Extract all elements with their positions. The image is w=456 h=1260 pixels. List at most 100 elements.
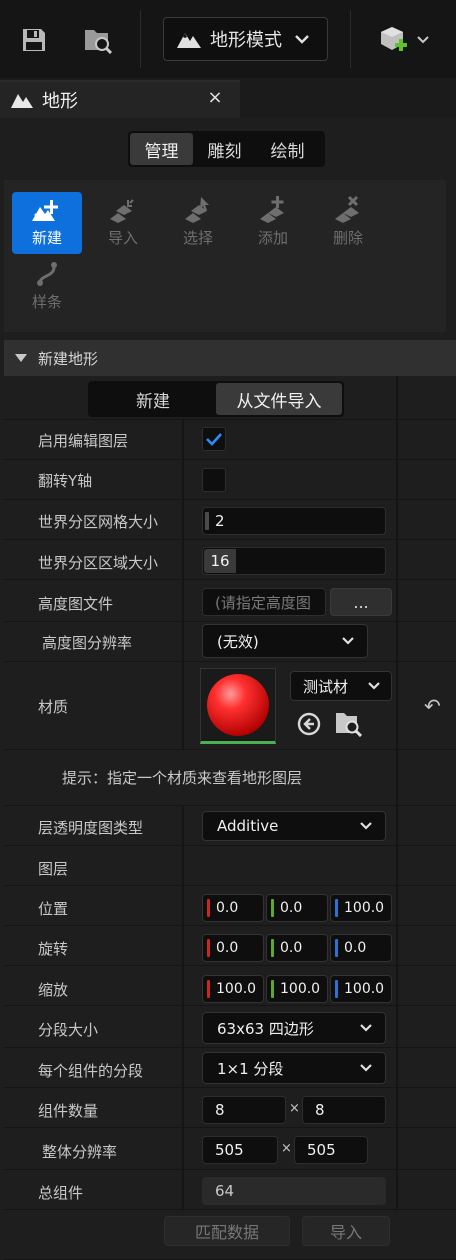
total-components-label: 总组件 (38, 1184, 84, 1202)
import-button[interactable]: 导入 (302, 1216, 390, 1246)
scale-y-field[interactable]: 100.0 (266, 975, 328, 1003)
tab-manage[interactable]: 管理 (130, 133, 193, 165)
material-thumbnail[interactable] (200, 668, 276, 744)
landscape-icon (177, 33, 201, 48)
component-count-y-field[interactable]: 8 (302, 1096, 386, 1124)
hint-text: 提示：指定一个材质来查看地形图层 (62, 769, 303, 787)
reset-to-default-icon[interactable]: ↶ (424, 694, 441, 718)
browse-folder-icon (336, 713, 363, 738)
heightmap-res-dropdown[interactable]: (无效) (202, 624, 368, 658)
location-z-field[interactable]: 100.0 (330, 894, 392, 922)
times-sign: × (289, 1101, 300, 1116)
mode-tabs: 管理 雕刻 绘制 (128, 131, 325, 167)
dropdown-value: 测试材 (303, 677, 349, 696)
browse-folder-icon (85, 30, 113, 54)
mode-selector-button[interactable]: 地形模式 (163, 17, 328, 61)
location-label: 位置 (38, 900, 69, 918)
tool-import-button[interactable]: 导入 (88, 192, 158, 254)
overall-res-y-field[interactable]: 505 (294, 1136, 368, 1164)
sections-per-component-label: 每个组件的分段 (38, 1062, 144, 1080)
section-size-label: 分段大小 (38, 1021, 99, 1039)
source-tabs: 新建 从文件导入 (88, 381, 344, 417)
browse-button[interactable] (78, 22, 118, 58)
vec-value: 100.0 (280, 981, 321, 997)
tool-label: 导入 (107, 229, 138, 247)
field-value: 16 (204, 549, 236, 573)
heightmap-browse-button[interactable]: ... (330, 588, 392, 616)
new-landscape-icon (32, 200, 58, 221)
vec-value: 0.0 (344, 940, 367, 956)
vec-value: 0.0 (216, 900, 239, 916)
vec-value: 0.0 (280, 900, 303, 916)
fit-to-data-button[interactable]: 匹配数据 (164, 1216, 290, 1246)
chevron-down-icon (368, 682, 380, 690)
material-label: 材质 (38, 698, 69, 716)
location-y-field[interactable]: 0.0 (266, 894, 328, 922)
rotation-z-field[interactable]: 0.0 (330, 934, 392, 962)
wp-grid-size-field[interactable]: 2 (202, 507, 386, 535)
tool-select-button[interactable]: 选择 (163, 192, 233, 254)
overall-res-label: 整体分辨率 (42, 1143, 118, 1161)
tab-sculpt[interactable]: 雕刻 (193, 133, 256, 165)
spline-icon (37, 262, 57, 286)
scale-z-field[interactable]: 100.0 (330, 975, 392, 1003)
rotation-x-field[interactable]: 0.0 (202, 934, 264, 962)
tool-spline-button[interactable]: 样条 (12, 256, 82, 318)
tool-label: 添加 (257, 229, 288, 247)
toolbar-divider (350, 10, 351, 68)
tab-import-from-file[interactable]: 从文件导入 (216, 383, 342, 415)
add-actor-icon (381, 27, 407, 51)
heightmap-file-input[interactable]: (请指定高度图 (202, 588, 326, 616)
chevron-down-icon (342, 637, 354, 645)
column-divider (396, 376, 398, 1210)
times-sign: × (281, 1141, 292, 1156)
add-actor-button[interactable] (372, 20, 436, 60)
wp-region-size-label: 世界分区区域大小 (38, 554, 159, 572)
dropdown-value: Additive (217, 817, 279, 835)
field-value: 8 (315, 1101, 325, 1119)
component-count-x-field[interactable]: 8 (202, 1096, 286, 1124)
vec-value: 100.0 (216, 981, 257, 997)
rotation-y-field[interactable]: 0.0 (266, 934, 328, 962)
section-header-new-landscape[interactable]: 新建地形 (4, 340, 456, 376)
enable-edit-layers-label: 启用编辑图层 (38, 432, 129, 450)
dropdown-value: 1×1 分段 (217, 1059, 284, 1078)
location-x-field[interactable]: 0.0 (202, 894, 264, 922)
field-value: 2 (215, 512, 225, 530)
chevron-down-icon (360, 1024, 372, 1032)
select-icon (185, 197, 209, 223)
tool-label: 选择 (182, 229, 213, 247)
tool-label: 样条 (31, 293, 62, 311)
enable-edit-layers-checkbox[interactable] (202, 427, 226, 451)
chevron-down-icon (360, 822, 372, 830)
use-selected-asset-button[interactable] (296, 711, 322, 737)
material-dropdown[interactable]: 测试材 (290, 671, 392, 701)
section-size-dropdown[interactable]: 63x63 四边形 (202, 1012, 386, 1044)
tool-delete-button[interactable]: 删除 (313, 192, 383, 254)
layer-alpha-type-dropdown[interactable]: Additive (202, 811, 386, 841)
sections-per-component-dropdown[interactable]: 1×1 分段 (202, 1052, 386, 1084)
overall-res-x-field[interactable]: 505 (202, 1136, 278, 1164)
tool-new-button[interactable]: 新建 (12, 192, 82, 254)
flip-y-checkbox[interactable] (202, 468, 226, 492)
import-icon (110, 199, 134, 223)
wp-region-size-field[interactable]: 16 (202, 547, 386, 575)
close-icon[interactable]: × (204, 86, 226, 108)
landscape-icon (11, 94, 33, 108)
tab-title: 地形 (42, 91, 78, 112)
toolbar-divider (140, 10, 141, 68)
browse-asset-button[interactable] (334, 709, 364, 738)
tab-paint[interactable]: 绘制 (256, 133, 319, 165)
tool-add-button[interactable]: 添加 (238, 192, 308, 254)
flip-y-label: 翻转Y轴 (38, 472, 93, 490)
save-button[interactable] (14, 22, 54, 58)
tab-new[interactable]: 新建 (90, 383, 216, 415)
dropdown-value: 63x63 四边形 (217, 1019, 314, 1038)
material-sphere-icon (207, 674, 269, 736)
checkmark-icon (206, 433, 222, 446)
layers-label: 图层 (38, 860, 69, 878)
dropdown-value: (无效) (217, 632, 259, 651)
scale-x-field[interactable]: 100.0 (202, 975, 264, 1003)
column-divider (182, 806, 184, 1210)
vec-value: 0.0 (216, 940, 239, 956)
